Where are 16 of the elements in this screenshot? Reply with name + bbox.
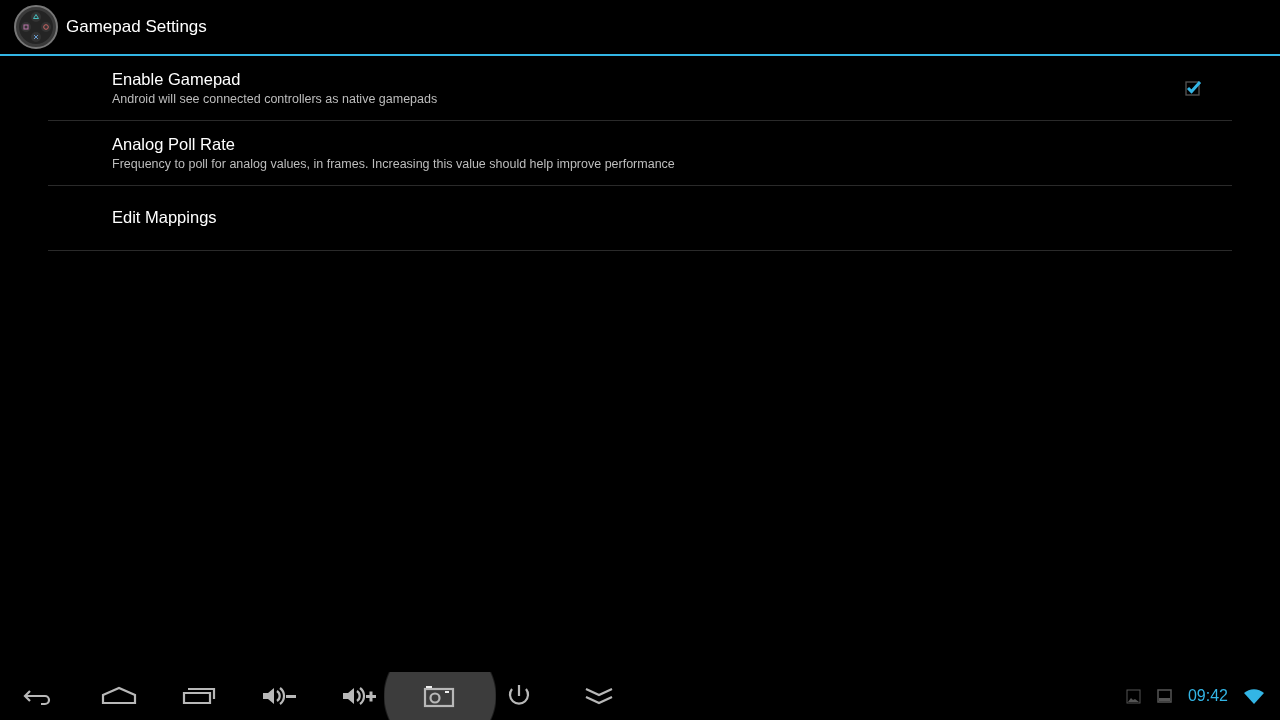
checkbox[interactable] (1184, 79, 1202, 97)
wifi-icon (1244, 688, 1264, 704)
preference-row[interactable]: Enable Gamepad Android will see connected controllers as native gamepads (48, 56, 1232, 121)
preference-row[interactable]: Analog Poll Rate Frequency to poll for analog values, in frames. Increasing this value should help improve performance (48, 121, 1232, 186)
preference-title: Analog Poll Rate (112, 134, 236, 156)
preference-summary: Android will see connected controllers as native gamepads (112, 90, 439, 107)
preference-row[interactable]: Edit Mappings (48, 186, 1232, 251)
preference-summary: Frequency to poll for analog values, in frames. Increasing this value should help improve performance (112, 155, 676, 172)
clock-time: 09:42 (1187, 686, 1228, 706)
screen-title: Gamepad Settings (66, 16, 207, 39)
image-icon (1125, 688, 1141, 704)
camera-button[interactable] (384, 672, 496, 720)
screen-icon (1156, 689, 1172, 703)
preference-title: Edit Mappings (112, 207, 218, 229)
preference-title: Enable Gamepad (112, 69, 242, 91)
gamepad-icon[interactable] (14, 5, 58, 49)
